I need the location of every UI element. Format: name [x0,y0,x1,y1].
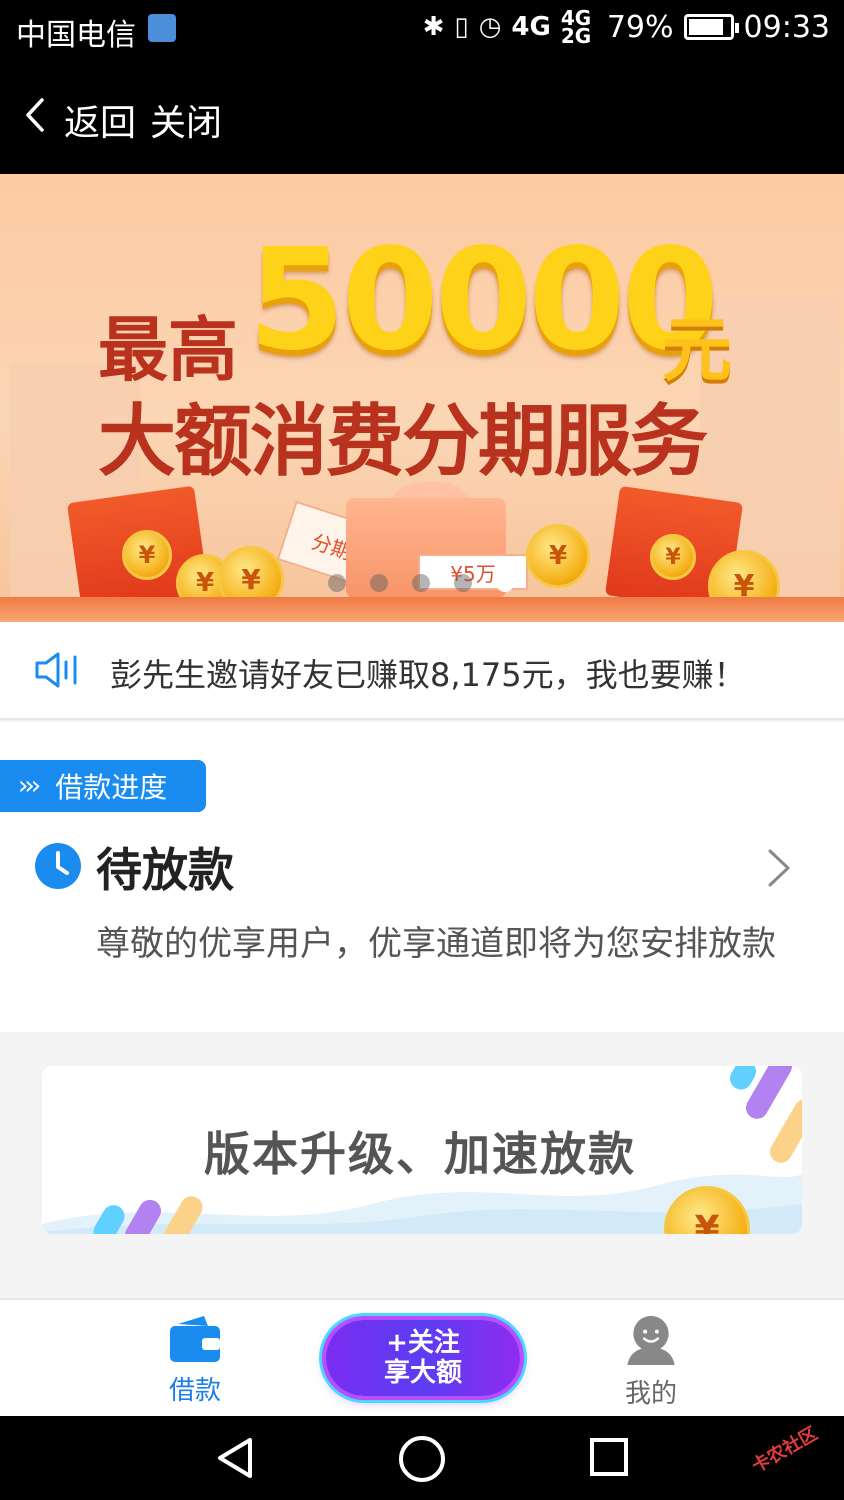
health-app-icon [148,14,176,42]
triple-chevron-icon: ››› [18,771,41,801]
tab-borrow-label: 借款 [168,1376,221,1406]
tab-mine[interactable]: 我的 [594,1310,708,1410]
upgrade-promo-banner[interactable]: 版本升级、加速放款 ¥ [42,1066,802,1234]
speaker-icon [35,652,77,688]
promo-title: 版本升级、加速放款 [204,1127,636,1181]
carousel-dot-active[interactable] [496,574,514,592]
banner-amount: 50000 [248,219,719,382]
network-type: 4G [511,12,551,42]
carousel-dots [328,574,514,592]
notice-bar[interactable]: 彭先生邀请好友已赚取8,175元，我也要赚！ [0,622,844,720]
watermark-logo: 卡农社区 [748,1423,822,1478]
banner-headline: 大额消费分期服务 [98,397,708,487]
signal-icon: 4G 2G [560,6,592,48]
loan-progress-label: 借款进度 [55,771,168,804]
clock-icon [35,843,81,889]
coin-icon: ¥ [650,534,696,580]
battery-percent: 79% [606,9,674,45]
banner-floor [0,597,844,622]
bluetooth-icon: ✱ [422,12,445,42]
wallet-icon [170,1316,220,1362]
loan-status-title[interactable]: 待放款 [96,834,234,900]
system-back-icon[interactable] [214,1436,258,1480]
coin-icon: ¥ [122,530,172,580]
bottom-tab-bar: 借款 +关注 享大额 我的 [0,1298,844,1416]
carousel-dot[interactable] [328,574,346,592]
vibrate-icon: ▯ [454,12,469,42]
coin-icon: ¥ [526,524,590,588]
carrier-name: 中国电信 [16,18,136,53]
follow-button[interactable]: +关注 享大额 [326,1320,520,1396]
promo-banner[interactable]: 最高 50000 元 大额消费分期服务 ¥ ¥ ¥ 分期 ¥5万 ¥ ¥ ¥ [0,174,844,622]
avatar-icon [627,1315,675,1366]
loan-status-description: 尊敬的优享用户，优享通道即将为您安排放款 [96,924,776,964]
system-nav-bar: 卡农社区 [0,1416,844,1500]
notice-text: 彭先生邀请好友已赚取8,175元，我也要赚！ [110,656,746,694]
battery-icon [683,14,739,40]
alarm-icon: ◷ [478,12,502,42]
carousel-dot[interactable] [370,574,388,592]
clock-time: 09:33 [743,9,830,45]
top-nav: 返回 关闭 [0,58,844,174]
loan-progress-card: ››› 借款进度 待放款 尊敬的优享用户，优享通道即将为您安排放款 [0,722,844,1032]
system-home-icon[interactable] [399,1436,445,1482]
close-button[interactable]: 关闭 [150,94,222,146]
status-icons: ✱ ▯ ◷ 4G 4G 2G 79% 09:33 [422,6,830,48]
loan-progress-tag: ››› 借款进度 [0,760,206,812]
tab-mine-label: 我的 [624,1379,677,1409]
status-bar: 中国电信 ✱ ▯ ◷ 4G 4G 2G 79% 09:33 [0,0,844,58]
carousel-dot[interactable] [454,574,472,592]
follow-button-line2: 享大额 [383,1358,462,1388]
follow-button-line1: +关注 [386,1328,460,1358]
chevron-right-icon[interactable] [764,848,794,888]
tab-borrow[interactable]: 借款 [138,1310,252,1410]
carousel-dot[interactable] [412,574,430,592]
system-recents-icon[interactable] [590,1438,628,1476]
back-button[interactable]: 返回 [64,94,136,146]
back-chevron-icon[interactable] [20,98,54,132]
